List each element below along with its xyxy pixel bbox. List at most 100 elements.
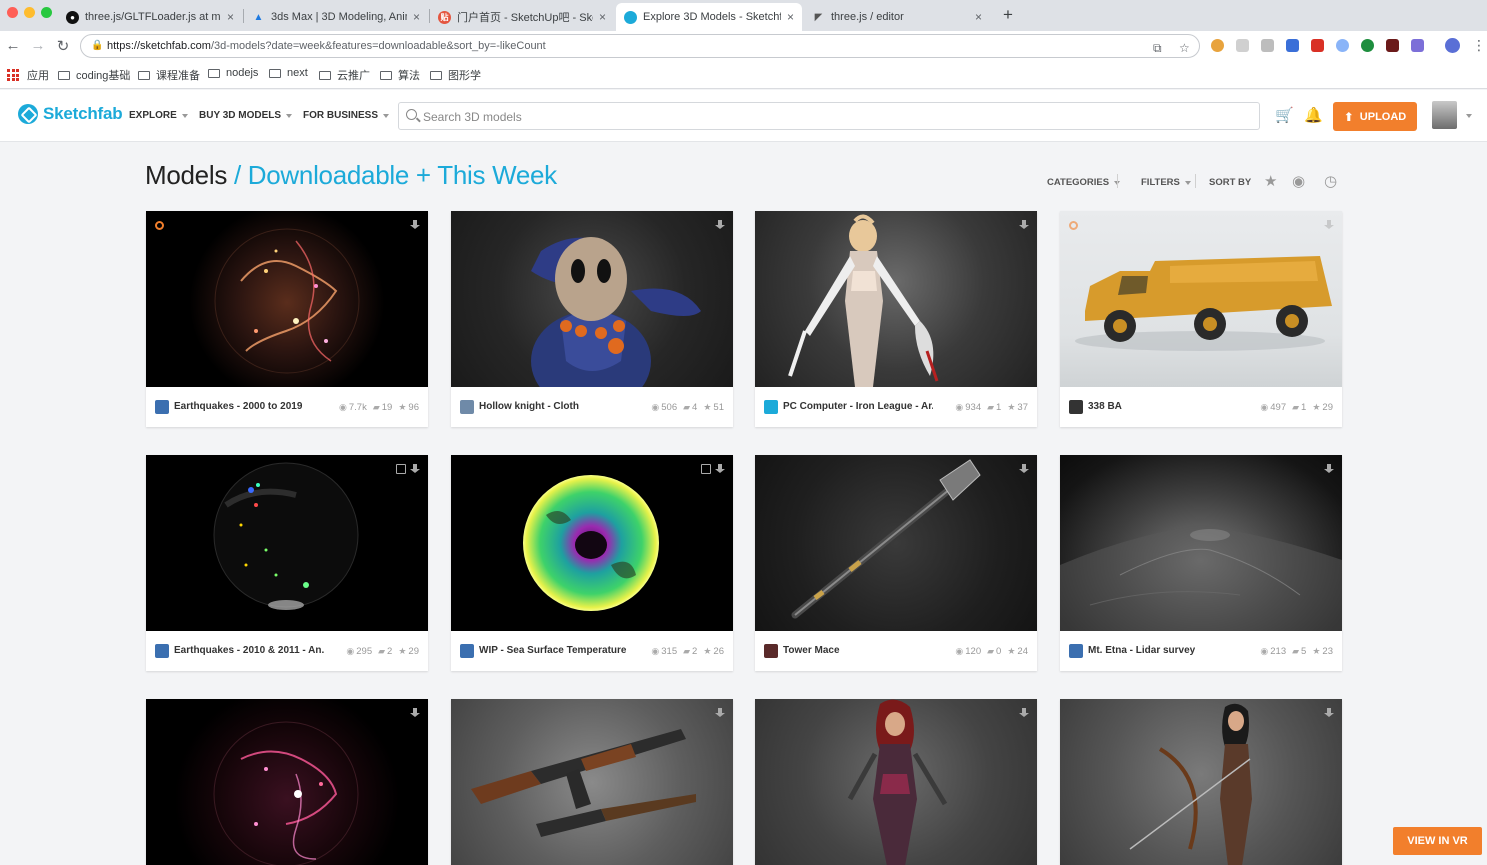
- tab-github-gltfloader[interactable]: ● three.js/GLTFLoader.js at mast ×: [58, 3, 242, 31]
- close-tab-icon[interactable]: ×: [975, 10, 982, 24]
- author-avatar[interactable]: [460, 644, 474, 658]
- model-thumbnail[interactable]: [1060, 211, 1342, 387]
- url-text[interactable]: https://sketchfab.com/3d-models?date=wee…: [107, 40, 546, 52]
- close-tab-icon[interactable]: ×: [599, 10, 606, 24]
- model-card[interactable]: [146, 699, 428, 865]
- bookmark-cloud[interactable]: 云推广: [319, 67, 370, 83]
- model-card[interactable]: [451, 699, 733, 865]
- browser-menu-icon[interactable]: ⋮: [1472, 37, 1486, 54]
- download-icon[interactable]: [1019, 708, 1029, 718]
- model-name[interactable]: Mt. Etna - Lidar survey: [1088, 645, 1195, 656]
- extension-globe-icon[interactable]: [1361, 39, 1374, 52]
- author-avatar[interactable]: [155, 644, 169, 658]
- nav-explore[interactable]: EXPLORE: [129, 110, 188, 121]
- notification-bell-icon[interactable]: 🔔: [1304, 106, 1323, 124]
- bookmark-coding[interactable]: coding基础: [58, 67, 130, 83]
- extension-drive-icon[interactable]: [1261, 39, 1274, 52]
- minimize-window-button[interactable]: [24, 7, 35, 18]
- chevron-down-icon[interactable]: [1466, 114, 1472, 118]
- download-icon[interactable]: [1019, 464, 1029, 474]
- download-icon[interactable]: [1324, 220, 1334, 230]
- tab-sketchfab[interactable]: Explore 3D Models - Sketchfab ×: [616, 3, 802, 31]
- nav-for-business[interactable]: FOR BUSINESS: [303, 110, 390, 121]
- author-avatar[interactable]: [764, 644, 778, 658]
- vr-icon[interactable]: [701, 464, 711, 474]
- bookmark-apps[interactable]: 应用: [7, 67, 49, 83]
- model-card[interactable]: 338 BA ◉ 497 ▰ 1 ★ 29: [1060, 211, 1342, 427]
- model-thumbnail[interactable]: [451, 211, 733, 387]
- extension-cookie-icon[interactable]: [1211, 39, 1224, 52]
- model-card[interactable]: Earthquakes - 2010 & 2011 - An... ◉ 295 ▰…: [146, 455, 428, 671]
- view-in-vr-button[interactable]: VIEW IN VR: [1393, 827, 1482, 855]
- author-avatar[interactable]: [764, 400, 778, 414]
- download-icon[interactable]: [1324, 708, 1334, 718]
- model-name[interactable]: PC Computer - Iron League - Ar...: [783, 401, 933, 412]
- sort-likes-star-icon[interactable]: ★: [1264, 172, 1277, 190]
- download-icon[interactable]: [1324, 464, 1334, 474]
- model-name[interactable]: 338 BA: [1088, 401, 1122, 412]
- model-name[interactable]: Tower Mace: [783, 645, 840, 656]
- extension-pdf-icon[interactable]: [1311, 39, 1324, 52]
- model-card[interactable]: WIP - Sea Surface Temperature ◉ 315 ▰ 2 ★ 2…: [451, 455, 733, 671]
- download-icon[interactable]: [410, 708, 420, 718]
- model-thumbnail[interactable]: [755, 211, 1037, 387]
- model-name[interactable]: WIP - Sea Surface Temperature: [479, 645, 626, 656]
- model-thumbnail[interactable]: [146, 699, 428, 865]
- extension-circle-icon[interactable]: [1336, 39, 1349, 52]
- model-card[interactable]: Hollow knight - Cloth ◉ 506 ▰ 4 ★ 51: [451, 211, 733, 427]
- sort-recent-clock-icon[interactable]: ◷: [1324, 172, 1337, 190]
- author-avatar[interactable]: [155, 400, 169, 414]
- model-card[interactable]: [1060, 699, 1342, 865]
- bookmark-course[interactable]: 课程准备: [138, 67, 200, 83]
- author-avatar[interactable]: [1069, 644, 1083, 658]
- extension-dark-icon[interactable]: [1386, 39, 1399, 52]
- profile-icon[interactable]: [1445, 38, 1460, 53]
- user-avatar[interactable]: [1432, 101, 1457, 129]
- download-icon[interactable]: [715, 220, 725, 230]
- bookmark-next[interactable]: next: [269, 67, 308, 79]
- reload-button[interactable]: ↻: [54, 37, 72, 55]
- cart-icon[interactable]: 🛒: [1275, 106, 1294, 124]
- model-card[interactable]: Earthquakes - 2000 to 2019 ◉ 7.7k ▰ 19 ★ 96: [146, 211, 428, 427]
- search-input[interactable]: [423, 107, 1243, 127]
- model-name[interactable]: Earthquakes - 2000 to 2019: [174, 401, 302, 412]
- model-name[interactable]: Earthquakes - 2010 & 2011 - An...: [174, 645, 324, 656]
- address-bar[interactable]: 🔒 https://sketchfab.com/3d-models?date=w…: [80, 34, 1200, 58]
- vr-icon[interactable]: [396, 464, 406, 474]
- tab-3dsmax[interactable]: ▲ 3ds Max | 3D Modeling, Anima ×: [244, 3, 428, 31]
- download-icon[interactable]: [715, 464, 725, 474]
- bookmark-nodejs[interactable]: nodejs: [208, 67, 258, 79]
- model-card[interactable]: PC Computer - Iron League - Ar... ◉ 934 ▰…: [755, 211, 1037, 427]
- maximize-window-button[interactable]: [41, 7, 52, 18]
- nav-buy-3d-models[interactable]: BUY 3D MODELS: [199, 110, 293, 121]
- categories-dropdown[interactable]: CATEGORIES: [1047, 177, 1121, 188]
- close-tab-icon[interactable]: ×: [787, 10, 794, 24]
- model-thumbnail[interactable]: [146, 211, 428, 387]
- download-icon[interactable]: [715, 708, 725, 718]
- tab-threejs-editor[interactable]: ◤ three.js / editor ×: [804, 3, 990, 31]
- extension-doc-icon[interactable]: [1236, 39, 1249, 52]
- model-thumbnail[interactable]: [451, 699, 733, 865]
- author-avatar[interactable]: [460, 400, 474, 414]
- sort-views-eye-icon[interactable]: ◉: [1292, 172, 1305, 190]
- model-card[interactable]: Tower Mace ◉ 120 ▰ 0 ★ 24: [755, 455, 1037, 671]
- translate-icon[interactable]: ⧉: [1153, 41, 1162, 56]
- model-thumbnail[interactable]: [755, 699, 1037, 865]
- model-card[interactable]: Mt. Etna - Lidar survey ◉ 213 ▰ 5 ★ 23: [1060, 455, 1342, 671]
- close-tab-icon[interactable]: ×: [413, 10, 420, 24]
- bookmark-algo[interactable]: 算法: [380, 67, 420, 83]
- forward-button[interactable]: →: [29, 37, 47, 54]
- model-card[interactable]: [755, 699, 1037, 865]
- tab-sketchup-tieba[interactable]: 贴 门户首页 - SketchUp吧 - Sketc ×: [430, 3, 614, 31]
- back-button[interactable]: ←: [4, 37, 22, 54]
- download-icon[interactable]: [410, 464, 420, 474]
- extension-blue-icon[interactable]: [1286, 39, 1299, 52]
- model-thumbnail[interactable]: [451, 455, 733, 631]
- model-thumbnail[interactable]: [1060, 699, 1342, 865]
- filters-dropdown[interactable]: FILTERS: [1141, 177, 1191, 188]
- author-avatar[interactable]: [1069, 400, 1083, 414]
- close-tab-icon[interactable]: ×: [227, 10, 234, 24]
- model-thumbnail[interactable]: [1060, 455, 1342, 631]
- close-window-button[interactable]: [7, 7, 18, 18]
- upload-button[interactable]: ⬆ UPLOAD: [1333, 102, 1417, 131]
